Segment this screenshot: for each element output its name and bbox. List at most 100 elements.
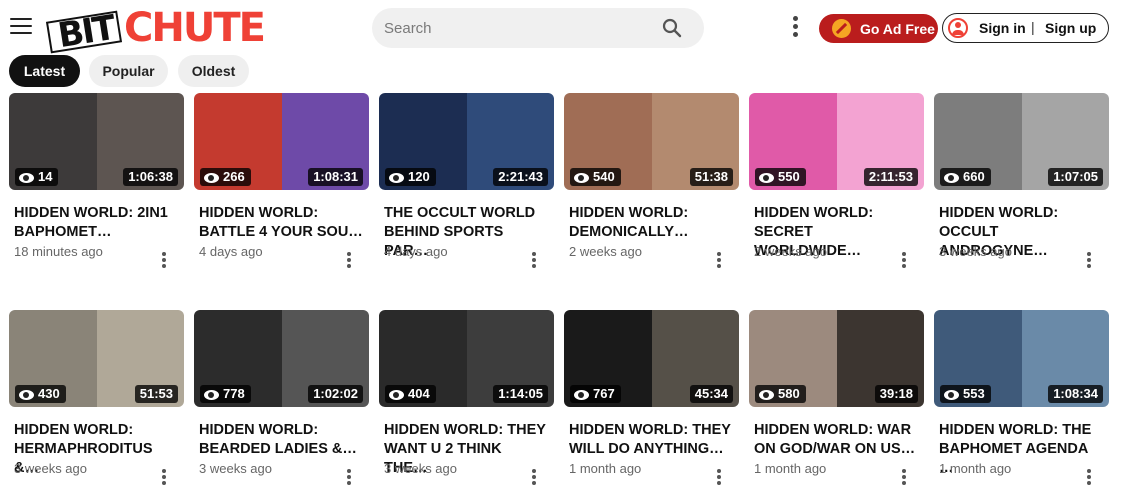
view-count-badge: 778 <box>200 385 251 403</box>
video-card[interactable]: 660 1:07:05 HIDDEN WORLD: OCCULT ANDROGYNE… <box>934 93 1109 278</box>
video-thumbnail[interactable]: 767 45:34 <box>564 310 739 407</box>
video-options-icon[interactable] <box>900 469 908 487</box>
view-count: 14 <box>38 169 53 184</box>
eye-icon <box>19 172 34 183</box>
search-input[interactable] <box>372 8 652 48</box>
site-header: BIT CHUTE Go Ad Free Sign in | Sign up <box>0 0 1123 56</box>
video-card[interactable]: 553 1:08:34 HIDDEN WORLD: THE BAPHOMET AGE… <box>934 310 1109 495</box>
view-count: 778 <box>223 386 245 401</box>
video-options-icon[interactable] <box>160 469 168 487</box>
view-count: 580 <box>778 386 800 401</box>
view-count-badge: 660 <box>940 168 991 186</box>
logo-bit-text: BIT <box>55 7 117 57</box>
bitchute-logo[interactable]: BIT CHUTE <box>40 6 274 56</box>
video-options-icon[interactable] <box>1085 252 1093 270</box>
video-thumbnail[interactable]: 404 1:14:05 <box>379 310 554 407</box>
view-count-badge: 430 <box>15 385 66 403</box>
eye-icon <box>389 389 404 400</box>
view-count-badge: 404 <box>385 385 436 403</box>
video-age: 2 weeks ago <box>569 244 642 259</box>
video-title[interactable]: HIDDEN WORLD: BATTLE 4 YOUR SOU… <box>199 204 364 242</box>
view-count-badge: 266 <box>200 168 251 186</box>
logo-bit-mark: BIT <box>40 8 124 56</box>
search-bar <box>372 8 704 48</box>
auth-box: Sign in | Sign up <box>942 13 1109 43</box>
duration-badge: 2:11:53 <box>863 168 918 186</box>
video-title[interactable]: HIDDEN WORLD: THEY WILL DO ANYTHING… <box>569 421 734 459</box>
video-card[interactable]: 120 2:21:43 THE OCCULT WORLD BEHIND SPORTS… <box>379 93 554 278</box>
video-thumbnail[interactable]: 550 2:11:53 <box>749 93 924 190</box>
video-thumbnail[interactable]: 580 39:18 <box>749 310 924 407</box>
eye-icon <box>204 389 219 400</box>
video-options-icon[interactable] <box>715 469 723 487</box>
video-thumbnail[interactable]: 778 1:02:02 <box>194 310 369 407</box>
duration-badge: 39:18 <box>874 385 918 403</box>
view-count-badge: 550 <box>755 168 806 186</box>
video-options-icon[interactable] <box>530 252 538 270</box>
video-card[interactable]: 580 39:18 HIDDEN WORLD: WAR ON GOD/WAR ON … <box>749 310 924 495</box>
video-age: 3 weeks ago <box>14 461 87 476</box>
video-card[interactable]: 778 1:02:02 HIDDEN WORLD: BEARDED LADIES &… <box>194 310 369 495</box>
video-thumbnail[interactable]: 120 2:21:43 <box>379 93 554 190</box>
video-age: 4 days ago <box>384 244 448 259</box>
view-count-badge: 553 <box>940 385 991 403</box>
video-card[interactable]: 540 51:38 HIDDEN WORLD: DEMONICALLY… 2 week… <box>564 93 739 278</box>
user-icon <box>948 18 968 38</box>
video-card[interactable]: 430 51:53 HIDDEN WORLD: HERMAPHRODITUS &… 3… <box>9 310 184 495</box>
view-count: 540 <box>593 169 615 184</box>
video-thumbnail[interactable]: 540 51:38 <box>564 93 739 190</box>
video-title[interactable]: HIDDEN WORLD: BEARDED LADIES &… <box>199 421 364 459</box>
video-options-icon[interactable] <box>345 252 353 270</box>
sign-up-link[interactable]: Sign up <box>1045 20 1096 36</box>
video-age: 3 weeks ago <box>384 461 457 476</box>
video-options-icon[interactable] <box>530 469 538 487</box>
go-ad-free-label: Go Ad Free <box>860 21 935 37</box>
video-thumbnail[interactable]: 266 1:08:31 <box>194 93 369 190</box>
video-options-icon[interactable] <box>345 469 353 487</box>
video-age: 4 days ago <box>199 244 263 259</box>
hamburger-menu-icon[interactable] <box>10 18 32 38</box>
video-age: 3 weeks ago <box>199 461 272 476</box>
video-options-icon[interactable] <box>715 252 723 270</box>
video-thumbnail[interactable]: 553 1:08:34 <box>934 310 1109 407</box>
video-options-icon[interactable] <box>160 252 168 270</box>
view-count-badge: 580 <box>755 385 806 403</box>
duration-badge: 1:07:05 <box>1048 168 1103 186</box>
search-icon[interactable] <box>662 18 682 38</box>
eye-icon <box>574 389 589 400</box>
tab-popular[interactable]: Popular <box>89 55 168 87</box>
view-count: 553 <box>963 386 985 401</box>
duration-badge: 51:53 <box>134 385 178 403</box>
duration-badge: 1:08:31 <box>308 168 363 186</box>
video-age: 3 weeks ago <box>939 244 1012 259</box>
tab-oldest[interactable]: Oldest <box>178 55 249 87</box>
duration-badge: 1:14:05 <box>493 385 548 403</box>
no-ads-icon <box>832 19 851 38</box>
go-ad-free-button[interactable]: Go Ad Free <box>819 14 938 43</box>
video-title[interactable]: HIDDEN WORLD: 2IN1 BAPHOMET… <box>14 204 179 242</box>
auth-separator: | <box>1031 19 1035 35</box>
video-card[interactable]: 14 1:06:38 HIDDEN WORLD: 2IN1 BAPHOMET… 18 … <box>9 93 184 278</box>
duration-badge: 2:21:43 <box>493 168 548 186</box>
video-title[interactable]: HIDDEN WORLD: DEMONICALLY… <box>569 204 734 242</box>
video-age: 18 minutes ago <box>14 244 103 259</box>
view-count: 404 <box>408 386 430 401</box>
view-count-badge: 14 <box>15 168 59 186</box>
video-options-icon[interactable] <box>900 252 908 270</box>
view-count-badge: 767 <box>570 385 621 403</box>
video-thumbnail[interactable]: 660 1:07:05 <box>934 93 1109 190</box>
video-thumbnail[interactable]: 430 51:53 <box>9 310 184 407</box>
video-card[interactable]: 767 45:34 HIDDEN WORLD: THEY WILL DO ANYTH… <box>564 310 739 495</box>
eye-icon <box>759 389 774 400</box>
video-card[interactable]: 266 1:08:31 HIDDEN WORLD: BATTLE 4 YOUR SO… <box>194 93 369 278</box>
video-options-icon[interactable] <box>1085 469 1093 487</box>
video-card[interactable]: 550 2:11:53 HIDDEN WORLD: SECRET WORLDWIDE… <box>749 93 924 278</box>
video-title[interactable]: HIDDEN WORLD: WAR ON GOD/WAR ON US… <box>754 421 919 459</box>
sign-in-link[interactable]: Sign in <box>979 20 1026 36</box>
tab-latest[interactable]: Latest <box>9 55 80 87</box>
eye-icon <box>574 172 589 183</box>
video-card[interactable]: 404 1:14:05 HIDDEN WORLD: THEY WANT U 2 TH… <box>379 310 554 495</box>
eye-icon <box>944 172 959 183</box>
more-options-icon[interactable] <box>790 16 800 40</box>
video-thumbnail[interactable]: 14 1:06:38 <box>9 93 184 190</box>
